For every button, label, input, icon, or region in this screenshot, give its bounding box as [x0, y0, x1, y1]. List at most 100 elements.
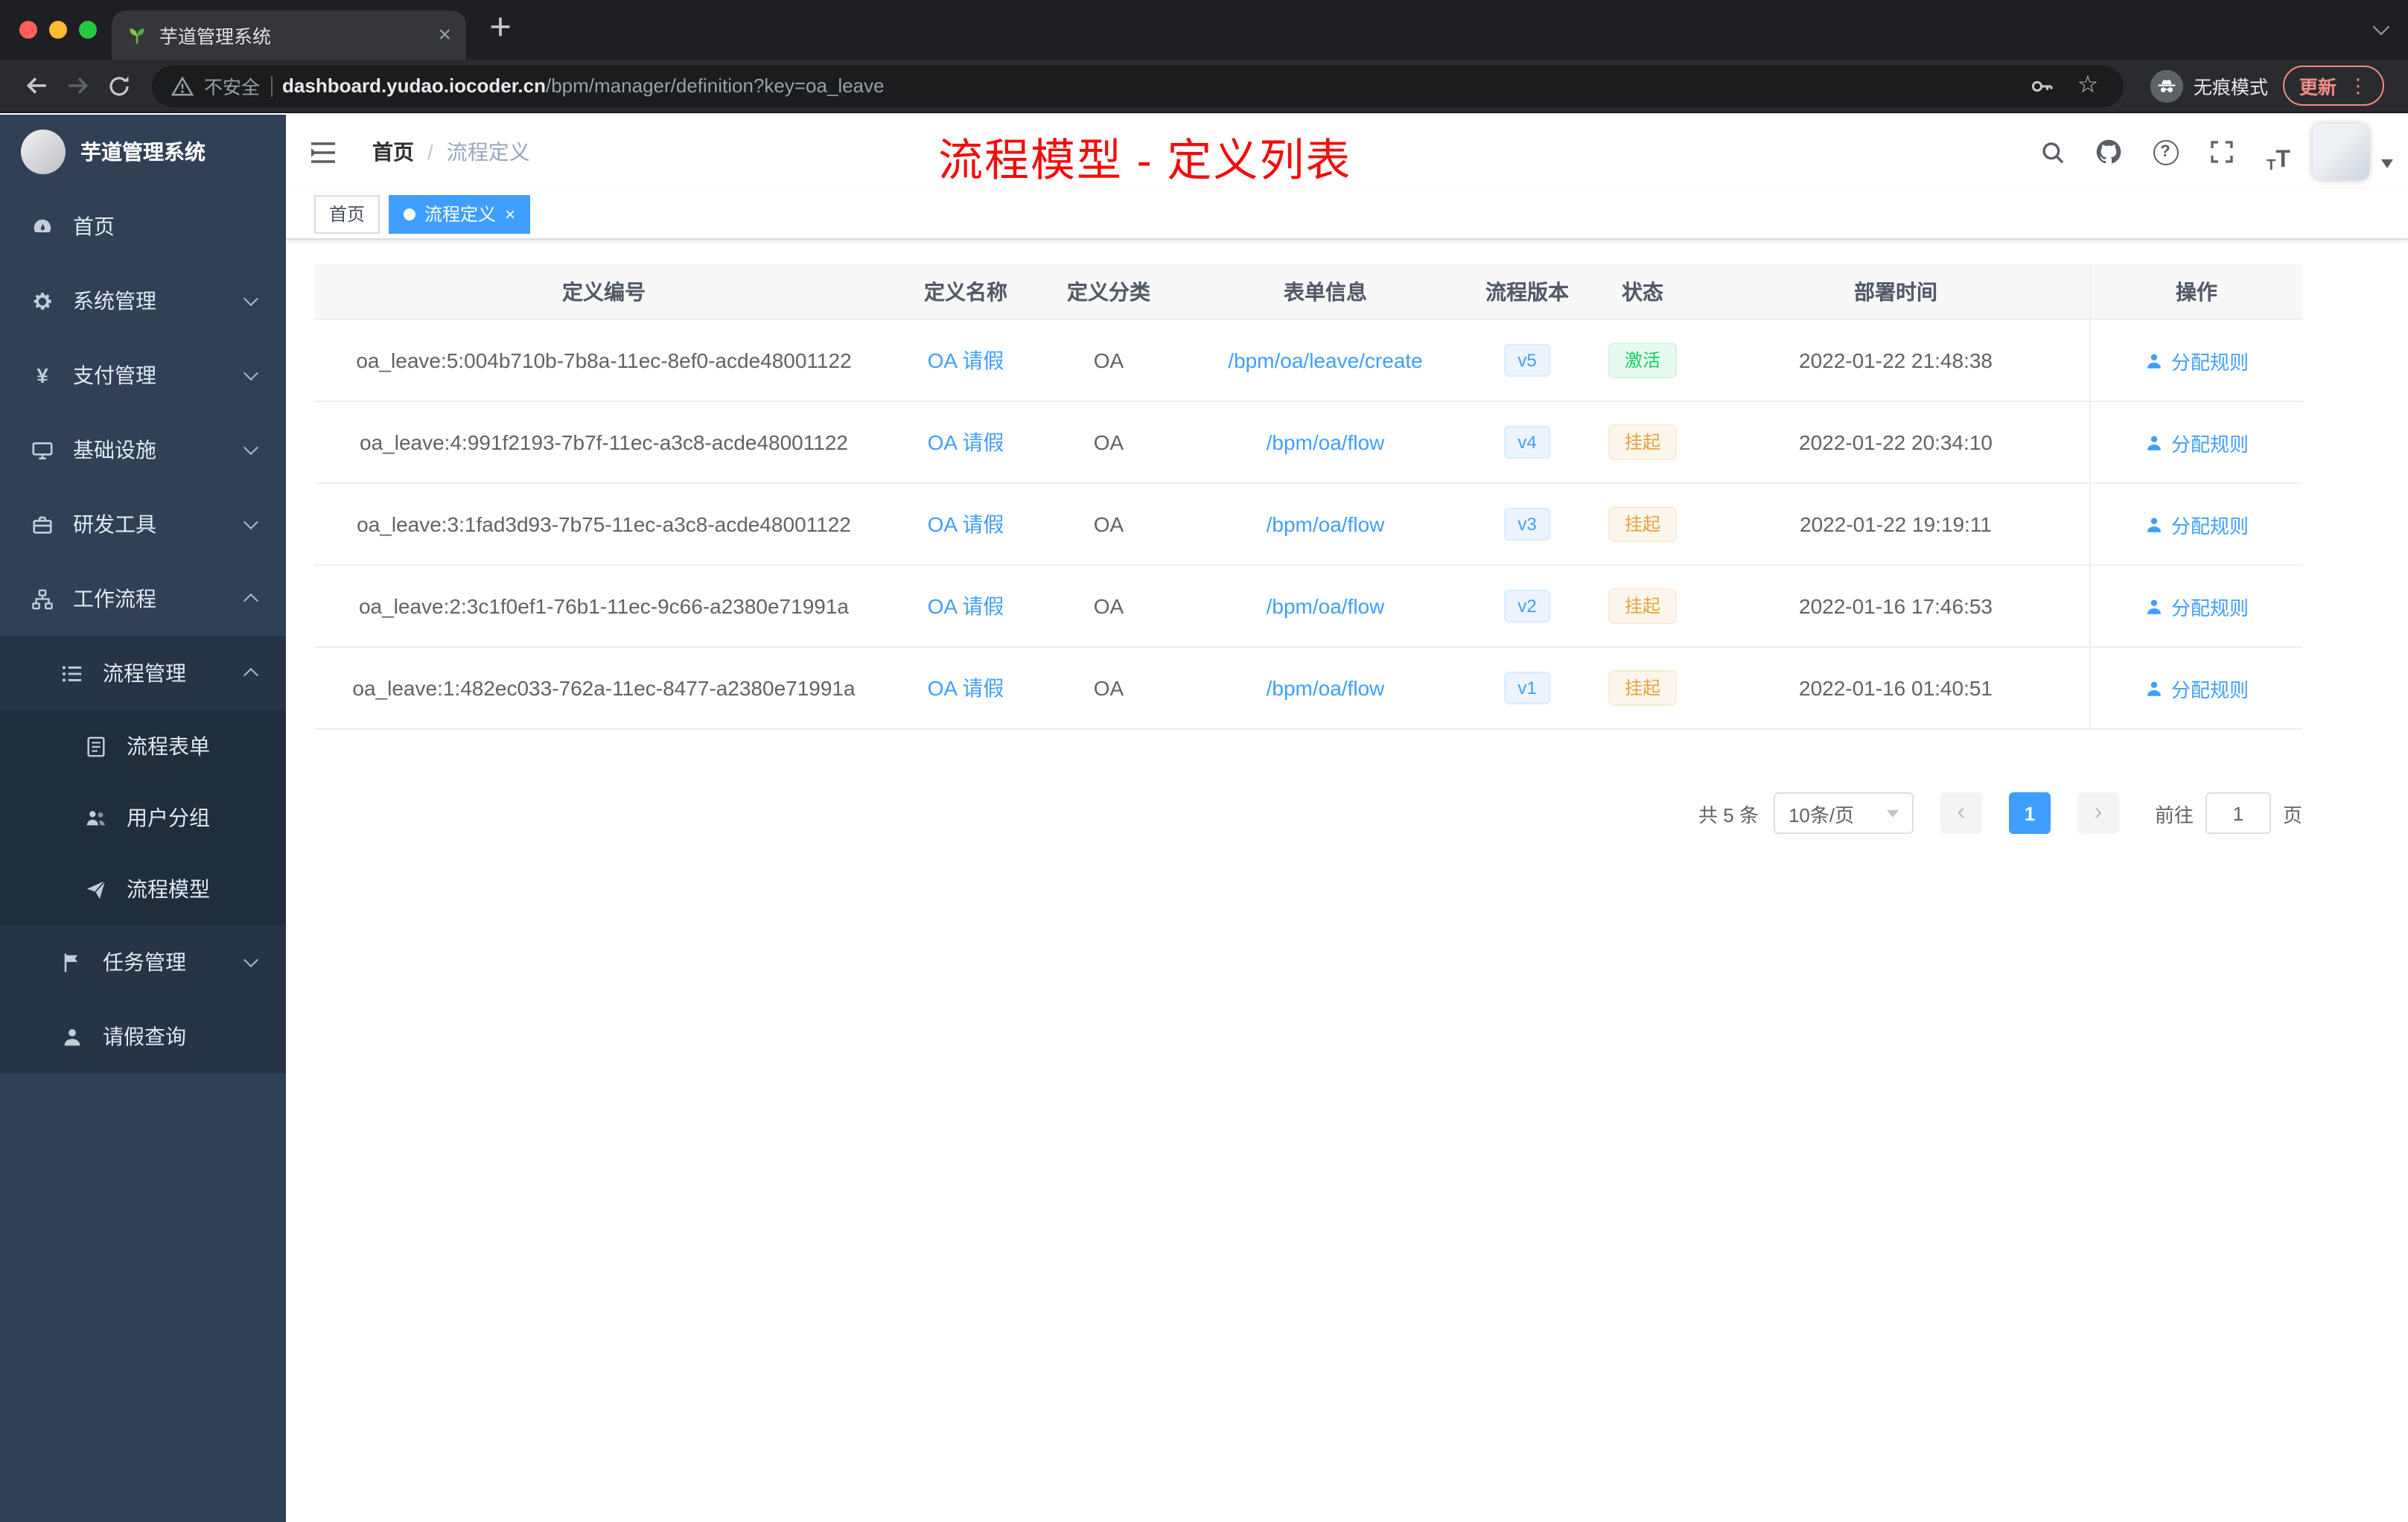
goto-page-input[interactable]: [2205, 792, 2271, 834]
chevron-down-icon: [243, 952, 258, 968]
tag-label: 流程定义: [424, 204, 497, 225]
fullscreen-icon[interactable]: [2200, 130, 2244, 174]
logo-title: 芋道管理系统: [80, 140, 206, 164]
definition-name-link[interactable]: OA 请假: [928, 427, 1004, 457]
sidebar-item-user-group[interactable]: 用户分组: [0, 782, 286, 853]
update-chip[interactable]: 更新 ⋮: [2282, 66, 2384, 106]
page-size-value: 10条/页: [1788, 803, 1855, 826]
tag-home[interactable]: 首页: [314, 194, 380, 233]
definition-name-link[interactable]: OA 请假: [928, 509, 1004, 539]
assign-rule-button[interactable]: 分配规则: [2144, 674, 2249, 702]
prev-page-button[interactable]: ‹: [1940, 792, 1982, 834]
window-controls: [19, 21, 97, 39]
back-button[interactable]: [15, 65, 57, 106]
reload-button[interactable]: [98, 65, 140, 106]
sidebar-item-devtools[interactable]: 研发工具: [0, 487, 286, 561]
tab-search-chevron-icon[interactable]: [2372, 18, 2390, 36]
cell-form: /bpm/oa/flow: [1179, 484, 1471, 564]
cell-definition-id: oa_leave:2:3c1f0ef1-76b1-11ec-9c66-a2380…: [358, 594, 849, 618]
minimize-window-button[interactable]: [49, 21, 67, 39]
avatar[interactable]: [2313, 124, 2369, 180]
bookmark-star-icon[interactable]: ☆: [2070, 73, 2106, 98]
forward-button[interactable]: [57, 65, 98, 106]
next-page-button[interactable]: ›: [2077, 792, 2119, 834]
font-size-icon[interactable]: TT: [2256, 130, 2301, 174]
version-tag: v5: [1504, 343, 1550, 378]
assign-rule-button[interactable]: 分配规则: [2144, 592, 2249, 620]
page-number-current[interactable]: 1: [2008, 792, 2051, 834]
sidebar-item-process-management[interactable]: 流程管理: [0, 636, 286, 710]
assign-rule-button[interactable]: 分配规则: [2144, 510, 2249, 538]
search-icon[interactable]: [2030, 130, 2074, 174]
assign-rule-button[interactable]: 分配规则: [2144, 346, 2249, 375]
sidebar-item-home[interactable]: 首页: [0, 189, 286, 264]
sidebar: 芋道管理系统 首页 系统管理 ¥ 支付管理 基础设施 研发工具 工作流程 流程管…: [0, 115, 286, 1522]
chevron-down-icon: [243, 291, 258, 307]
avatar-caret-icon[interactable]: [2381, 159, 2393, 168]
tag-close-icon[interactable]: ×: [505, 205, 515, 223]
cell-status: 挂起: [1583, 566, 1702, 646]
tag-process-definition[interactable]: 流程定义 ×: [389, 194, 531, 233]
chevron-down-icon: [243, 440, 258, 456]
status-badge: 挂起: [1608, 588, 1677, 625]
form-link[interactable]: /bpm/oa/flow: [1267, 594, 1385, 618]
github-icon[interactable]: [2086, 130, 2131, 174]
help-icon[interactable]: ?: [2143, 130, 2188, 174]
sidebar-item-leave-query[interactable]: 请假查询: [0, 999, 286, 1074]
password-key-icon[interactable]: [2024, 74, 2060, 98]
definition-name-link[interactable]: OA 请假: [928, 591, 1004, 621]
col-header: 定义分类: [1067, 279, 1150, 303]
assign-rule-button[interactable]: 分配规则: [2144, 428, 2249, 456]
hamburger-icon[interactable]: [310, 141, 337, 163]
sidebar-item-label: 用户分组: [127, 806, 210, 830]
incognito-spy-icon: [2150, 69, 2183, 102]
form-link[interactable]: /bpm/oa/leave/create: [1228, 348, 1423, 372]
table-row: oa_leave:2:3c1f0ef1-76b1-11ec-9c66-a2380…: [314, 566, 2302, 648]
new-tab-button[interactable]: [487, 13, 514, 48]
cell-definition-id: oa_leave:1:482ec033-762a-11ec-8477-a2380…: [352, 676, 856, 700]
cell-definition-name: OA 请假: [894, 648, 1038, 728]
sidebar-item-label: 支付管理: [73, 363, 156, 387]
pagination-total: 共 5 条: [1698, 803, 1759, 826]
sidebar-item-system[interactable]: 系统管理: [0, 264, 286, 338]
sidebar-item-process-model[interactable]: 流程模型: [0, 853, 286, 925]
sidebar-logo[interactable]: 芋道管理系统: [0, 115, 286, 189]
definition-name-link[interactable]: OA 请假: [928, 346, 1004, 375]
sidebar-item-infrastructure[interactable]: 基础设施: [0, 413, 286, 487]
definition-name-link[interactable]: OA 请假: [928, 673, 1004, 703]
cell-deploy-time: 2022-01-22 19:19:11: [1800, 512, 1992, 536]
close-window-button[interactable]: [19, 21, 37, 39]
status-badge: 挂起: [1608, 424, 1677, 461]
breadcrumb-home[interactable]: 首页: [372, 137, 414, 167]
page-size-select[interactable]: 10条/页: [1773, 792, 1914, 834]
security-warning-icon[interactable]: [170, 75, 194, 96]
cell-definition-id: oa_leave:4:991f2193-7b7f-11ec-a3c8-acde4…: [360, 430, 848, 454]
maximize-window-button[interactable]: [79, 21, 97, 39]
cell-status: 挂起: [1583, 402, 1702, 483]
sidebar-item-process-form[interactable]: 流程表单: [0, 710, 286, 782]
cell-deploy-time: 2022-01-16 17:46:53: [1799, 594, 1993, 618]
status-badge: 激活: [1608, 342, 1677, 379]
update-label: 更新: [2299, 77, 2337, 98]
address-bar[interactable]: 不安全 dashboard.yudao.iocoder.cn/bpm/manag…: [152, 65, 2124, 106]
form-link[interactable]: /bpm/oa/flow: [1267, 512, 1385, 536]
form-link[interactable]: /bpm/oa/flow: [1267, 430, 1385, 454]
version-tag: v2: [1504, 589, 1550, 623]
sidebar-item-label: 研发工具: [73, 512, 156, 536]
cell-actions: 分配规则: [2089, 648, 2302, 728]
tab-close-icon[interactable]: ×: [438, 24, 451, 46]
incognito-label: 无痕模式: [2193, 77, 2268, 98]
goto-label: 前往: [2154, 803, 2194, 826]
breadcrumb: 首页 / 流程定义: [372, 137, 530, 167]
browser-tab[interactable]: 芋道管理系统 ×: [112, 10, 466, 60]
sidebar-item-payment[interactable]: ¥ 支付管理: [0, 338, 286, 413]
sidebar-item-label: 流程模型: [127, 877, 210, 901]
cell-definition-name: OA 请假: [894, 484, 1038, 564]
form-link[interactable]: /bpm/oa/flow: [1267, 676, 1385, 700]
sidebar-item-workflow[interactable]: 工作流程: [0, 561, 286, 636]
cell-category: OA: [1093, 430, 1124, 454]
sidebar-item-task-management[interactable]: 任务管理: [0, 925, 286, 999]
users-icon: [83, 806, 109, 829]
browser-menu-dots-icon[interactable]: ⋮: [2348, 76, 2368, 95]
url-text: dashboard.yudao.iocoder.cn/bpm/manager/d…: [282, 74, 2013, 97]
